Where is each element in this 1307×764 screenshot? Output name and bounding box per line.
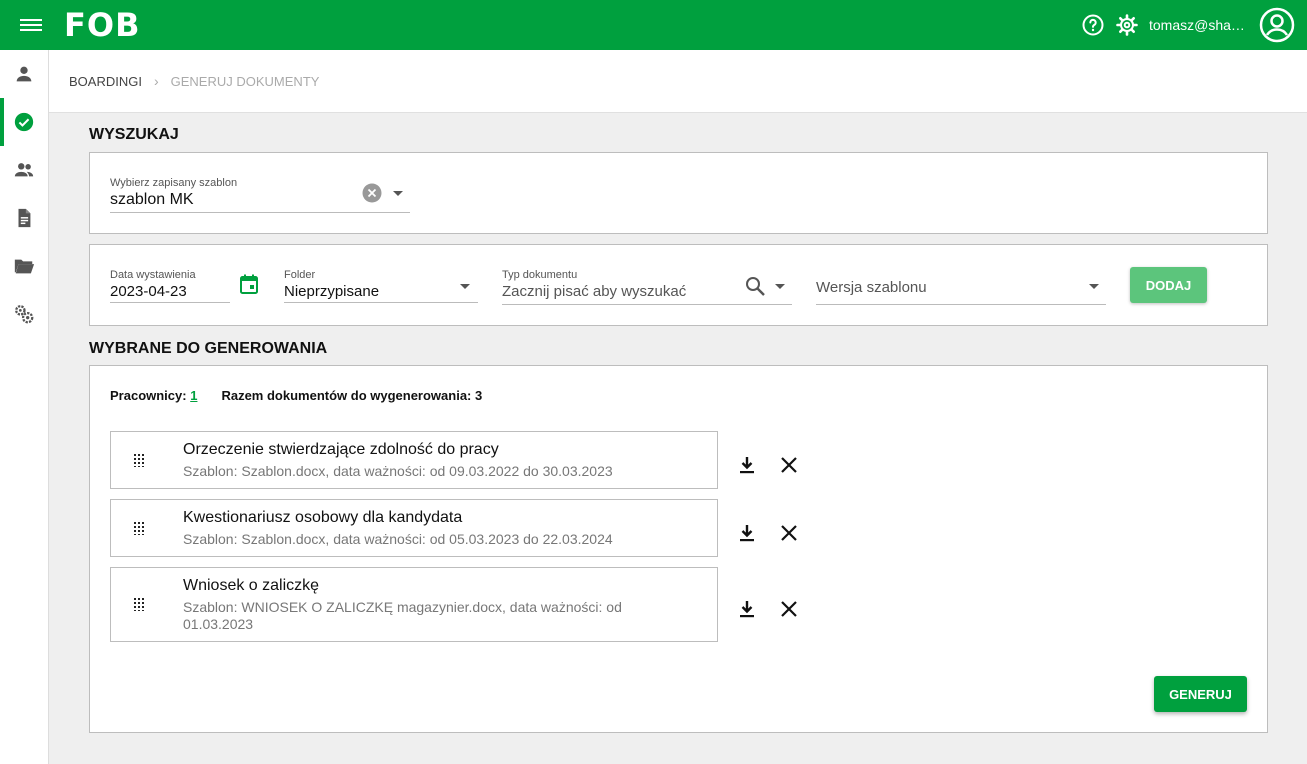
drag-handle-icon[interactable] [133, 521, 147, 535]
workers-stat: Pracownicy: 1 [110, 388, 197, 403]
workers-label: Pracownicy: [110, 388, 187, 403]
close-icon[interactable] [778, 598, 800, 620]
chevron-down-icon[interactable] [393, 191, 403, 196]
drag-handle-icon[interactable] [133, 453, 147, 467]
top-right-actions: tomasz@sharecraft.pl [1081, 0, 1295, 50]
folder-value: Nieprzypisane [284, 283, 380, 300]
download-icon[interactable] [736, 598, 758, 620]
generate-button[interactable]: GENERUJ [1154, 676, 1247, 712]
document-subtitle: Szablon: Szablon.docx, data ważności: od… [183, 531, 613, 547]
chevron-right-icon: › [153, 73, 159, 89]
total-documents: Razem dokumentów do wygenerowania: 3 [221, 388, 483, 403]
document-title: Kwestionariusz osobowy dla kandydata [183, 509, 463, 526]
document-item[interactable]: Wniosek o zaliczkę Szablon: WNIOSEK O ZA… [110, 567, 718, 642]
breadcrumb-current: GENERUJ DOKUMENTY [170, 73, 320, 89]
download-icon[interactable] [736, 454, 758, 476]
sidebar-item-boarding[interactable] [0, 98, 48, 146]
template-select[interactable]: Wybierz zapisany szablon szablon MK [110, 177, 410, 213]
logo-text: FOB [64, 6, 141, 44]
document-title: Orzeczenie stwierdzające zdolność do pra… [183, 441, 499, 458]
document-type-search[interactable]: Typ dokumentu Zacznij pisać aby wyszukać [502, 269, 792, 305]
drag-handle-icon[interactable] [133, 597, 147, 611]
sidebar [0, 50, 49, 764]
user-email[interactable]: tomasz@sharecraft.pl [1149, 17, 1249, 33]
document-subtitle: Szablon: WNIOSEK O ZALICZKĘ magazynier.d… [183, 599, 622, 632]
filter-card: Data wystawienia 2023-04-23 Folder Niepr… [89, 244, 1268, 326]
top-app-bar: FOB tomasz@sharecraft.pl [0, 0, 1307, 50]
selection-stats: Pracownicy: 1 Razem dokumentów do wygene… [110, 388, 482, 403]
gear-icon[interactable] [1115, 13, 1139, 37]
close-icon[interactable] [778, 522, 800, 544]
calendar-icon[interactable] [238, 273, 260, 295]
chevron-down-icon[interactable] [1089, 284, 1099, 289]
clear-icon[interactable] [362, 183, 382, 203]
check-circle-icon [14, 112, 34, 132]
document-subtitle: Szablon: Szablon.docx, data ważności: od… [183, 463, 613, 479]
template-version-placeholder: Wersja szablonu [816, 279, 927, 296]
chevron-down-icon[interactable] [460, 284, 470, 289]
sidebar-item-folders[interactable] [0, 242, 48, 290]
add-button[interactable]: DODAJ [1130, 267, 1207, 303]
person-icon [16, 66, 32, 82]
sidebar-item-documents[interactable] [0, 194, 48, 242]
date-field[interactable]: Data wystawienia 2023-04-23 [110, 269, 230, 303]
search-section-title: WYSZUKAJ [89, 126, 179, 143]
chevron-down-icon[interactable] [775, 284, 785, 289]
gears-icon [15, 305, 34, 324]
document-item[interactable]: Kwestionariusz osobowy dla kandydata Sza… [110, 499, 718, 557]
template-card: Wybierz zapisany szablon szablon MK [89, 152, 1268, 234]
template-value: szablon MK [110, 191, 194, 208]
workers-count-link[interactable]: 1 [190, 388, 197, 403]
selected-card: Pracownicy: 1 Razem dokumentów do wygene… [89, 365, 1268, 733]
folder-open-icon [14, 259, 35, 274]
document-item[interactable]: Orzeczenie stwierdzające zdolność do pra… [110, 431, 718, 489]
close-icon[interactable] [778, 454, 800, 476]
document-title: Wniosek o zaliczkę [183, 577, 320, 594]
search-icon[interactable] [744, 275, 766, 297]
help-circle-icon[interactable] [1081, 13, 1105, 37]
logo[interactable]: FOB [64, 6, 141, 44]
download-icon[interactable] [736, 522, 758, 544]
folder-select[interactable]: Folder Nieprzypisane [284, 269, 478, 303]
sidebar-item-groups[interactable] [0, 146, 48, 194]
template-version-select[interactable]: Wersja szablonu [816, 269, 1106, 305]
breadcrumb-parent[interactable]: BOARDINGI [69, 74, 142, 89]
document-type-placeholder: Zacznij pisać aby wyszukać [502, 283, 687, 300]
folder-label: Folder [284, 269, 316, 281]
breadcrumb: BOARDINGI › GENERUJ DOKUMENTY [49, 50, 1307, 113]
hamburger-icon[interactable] [20, 16, 42, 34]
selected-section-title: WYBRANE DO GENEROWANIA [89, 340, 328, 357]
document-icon [18, 208, 31, 228]
date-label: Data wystawienia [110, 269, 196, 281]
account-circle-icon[interactable] [1259, 7, 1295, 43]
sidebar-item-employees[interactable] [0, 50, 48, 98]
sidebar-item-settings[interactable] [0, 290, 48, 338]
group-icon [14, 163, 34, 177]
date-value: 2023-04-23 [110, 283, 187, 300]
